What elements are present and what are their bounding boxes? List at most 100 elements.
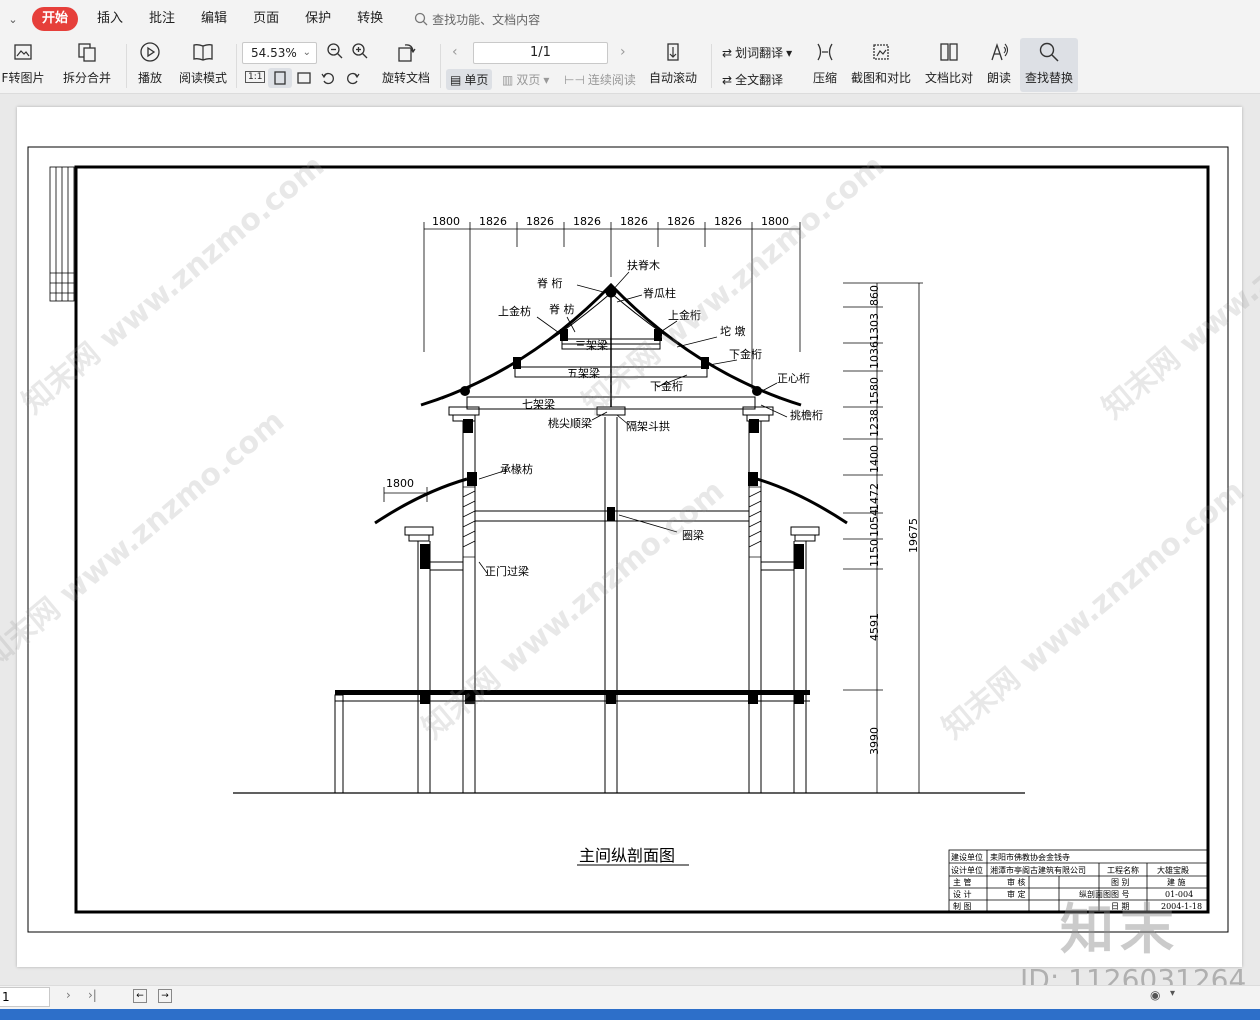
dim-label: 1150 — [868, 539, 881, 567]
dim-label: 1303 — [868, 313, 881, 341]
dim-label: 1580 — [868, 377, 881, 405]
inner-frame — [74, 165, 1210, 914]
double-page-button[interactable]: ▥ 双页 ▾ — [502, 71, 549, 88]
label-zhengxinheng: 正心桁 — [777, 371, 810, 385]
label-zhengmenguoliang: 正门过梁 — [485, 564, 529, 578]
svg-text:湘潭市亭阁古建筑有限公司: 湘潭市亭阁古建筑有限公司 — [990, 865, 1086, 875]
label-quanliang: 圈梁 — [682, 528, 704, 542]
single-page-icon: ▤ — [450, 72, 462, 87]
divider — [236, 44, 237, 88]
label-shangjinfang: 上金枋 — [498, 304, 531, 318]
doc-compare-button[interactable]: 文档比对 — [922, 38, 976, 92]
chevron-down-icon: ▾ — [786, 45, 793, 60]
prev-view-icon[interactable]: ← — [133, 989, 147, 1003]
dim-label: 1826 — [573, 215, 601, 228]
tab-page[interactable]: 页面 — [240, 7, 292, 31]
dim-label: 1036 — [868, 341, 881, 369]
word-translate-button[interactable]: ⇄ 划词翻译 ▾ — [722, 44, 792, 61]
svg-text:设 计: 设 计 — [953, 889, 972, 899]
label-qijialiang: 七架梁 — [522, 397, 555, 411]
svg-text:大雄宝殿: 大雄宝殿 — [1157, 865, 1189, 875]
split-merge-icon — [74, 39, 100, 65]
dim-label: 4591 — [868, 613, 881, 641]
label-gejiadougong: 隔架斗拱 — [626, 419, 670, 433]
tab-convert[interactable]: 转换 — [344, 7, 396, 31]
label-tuodun: 坨 墩 — [720, 324, 746, 338]
compress-icon — [812, 39, 838, 65]
prev-page-icon[interactable]: ‹ — [452, 44, 458, 60]
dim-label: 1826 — [714, 215, 742, 228]
actual-size-button[interactable]: 1:1 — [245, 71, 266, 83]
eye-icon[interactable]: ◉ — [1150, 988, 1160, 1002]
continuous-read-button[interactable]: ⊢⊣ 连续阅读 — [564, 71, 636, 88]
chevron-down-icon[interactable]: ⌄ — [0, 13, 26, 26]
next-view-icon[interactable]: → — [158, 989, 172, 1003]
zoom-out-icon[interactable] — [326, 42, 344, 60]
rotate-doc-icon — [393, 39, 419, 65]
taskbar — [0, 1009, 1260, 1020]
tab-edit[interactable]: 编辑 — [188, 7, 240, 31]
chevron-down-icon: ⌄ — [302, 47, 311, 58]
floor-slab — [334, 690, 810, 794]
dim-label: 1800 — [432, 215, 460, 228]
divider — [440, 44, 441, 88]
label-taojianshunliang: 桃尖顺梁 — [548, 416, 592, 430]
dim-label: 1238 — [868, 409, 881, 437]
continuous-icon: ⊢⊣ — [564, 72, 585, 87]
label-xiajinheng: 下金桁 — [650, 379, 683, 393]
label-fujimu: 扶脊木 — [627, 258, 660, 272]
zoom-in-icon[interactable] — [351, 42, 369, 60]
svg-text:审 核: 审 核 — [1007, 877, 1026, 887]
tab-protect[interactable]: 保护 — [292, 7, 344, 31]
logo-watermark: 知末 — [1060, 898, 1180, 961]
divider — [126, 44, 127, 88]
read-mode-button[interactable]: 阅读模式 — [174, 38, 232, 92]
svg-text:审 定: 审 定 — [1007, 889, 1026, 899]
screenshot-compare-button[interactable]: 截图和对比 — [849, 38, 913, 92]
auto-scroll-button[interactable]: 自动滚动 — [642, 38, 704, 92]
side-table — [49, 166, 75, 302]
top-dimension — [423, 222, 801, 389]
speaker-icon — [986, 39, 1012, 65]
single-page-button[interactable]: ▤ 单页 — [446, 69, 493, 90]
dim-label: 3990 — [868, 727, 881, 755]
search-icon — [1036, 39, 1062, 65]
dim-label: 1826 — [620, 215, 648, 228]
find-replace-button[interactable]: 查找替换 — [1020, 38, 1078, 92]
drawing-title: 主间纵剖面图 — [579, 846, 675, 865]
page-number-input[interactable]: 1/1 — [473, 42, 608, 64]
rotate-left-icon[interactable] — [320, 70, 336, 86]
dim-label: 1826 — [667, 215, 695, 228]
rotate-right-icon[interactable] — [345, 70, 361, 86]
fit-width-icon[interactable] — [296, 70, 312, 86]
label-sanjialiang: 三架梁 — [575, 338, 608, 352]
play-icon — [137, 39, 163, 65]
read-aloud-button[interactable]: 朗读 — [983, 38, 1015, 92]
search-function[interactable]: 查找功能、文档内容 — [414, 11, 540, 28]
pdf-to-image-button[interactable]: F转图片 — [0, 38, 46, 92]
menu-bar: ⌄ 开始 插入 批注 编辑 页面 保护 转换 查找功能、文档内容 — [0, 0, 1260, 38]
compress-button[interactable]: 压缩 — [808, 38, 842, 92]
dim-label: 1054 — [868, 509, 881, 537]
document-area[interactable]: 1800 1826 1826 1826 1826 1826 1826 1800 … — [0, 95, 1260, 985]
dim-label: 1800 — [386, 477, 414, 490]
next-page-icon[interactable]: › — [66, 988, 71, 1002]
rotate-doc-button[interactable]: 旋转文档 — [378, 38, 434, 92]
last-page-icon[interactable]: ›| — [88, 988, 97, 1002]
play-button[interactable]: 播放 — [132, 38, 168, 92]
full-translate-button[interactable]: ⇄ 全文翻译 — [722, 71, 783, 88]
tab-annotate[interactable]: 批注 — [136, 7, 188, 31]
label-xiajinheng: 下金桁 — [729, 347, 762, 361]
page-jump-input[interactable]: 1 — [0, 987, 50, 1007]
screenshot-icon — [868, 39, 894, 65]
translate-icon: ⇄ — [722, 45, 733, 60]
svg-text:制 图: 制 图 — [953, 901, 972, 911]
split-merge-button[interactable]: 拆分合并 — [55, 38, 119, 92]
tab-insert[interactable]: 插入 — [84, 7, 136, 31]
tab-start[interactable]: 开始 — [32, 7, 79, 31]
next-page-icon[interactable]: › — [620, 44, 626, 60]
dim-label: 1800 — [761, 215, 789, 228]
zoom-select[interactable]: 54.53% ⌄ — [242, 42, 317, 64]
chevron-down-icon[interactable]: ▾ — [1170, 988, 1175, 999]
fit-page-icon[interactable] — [268, 68, 292, 88]
